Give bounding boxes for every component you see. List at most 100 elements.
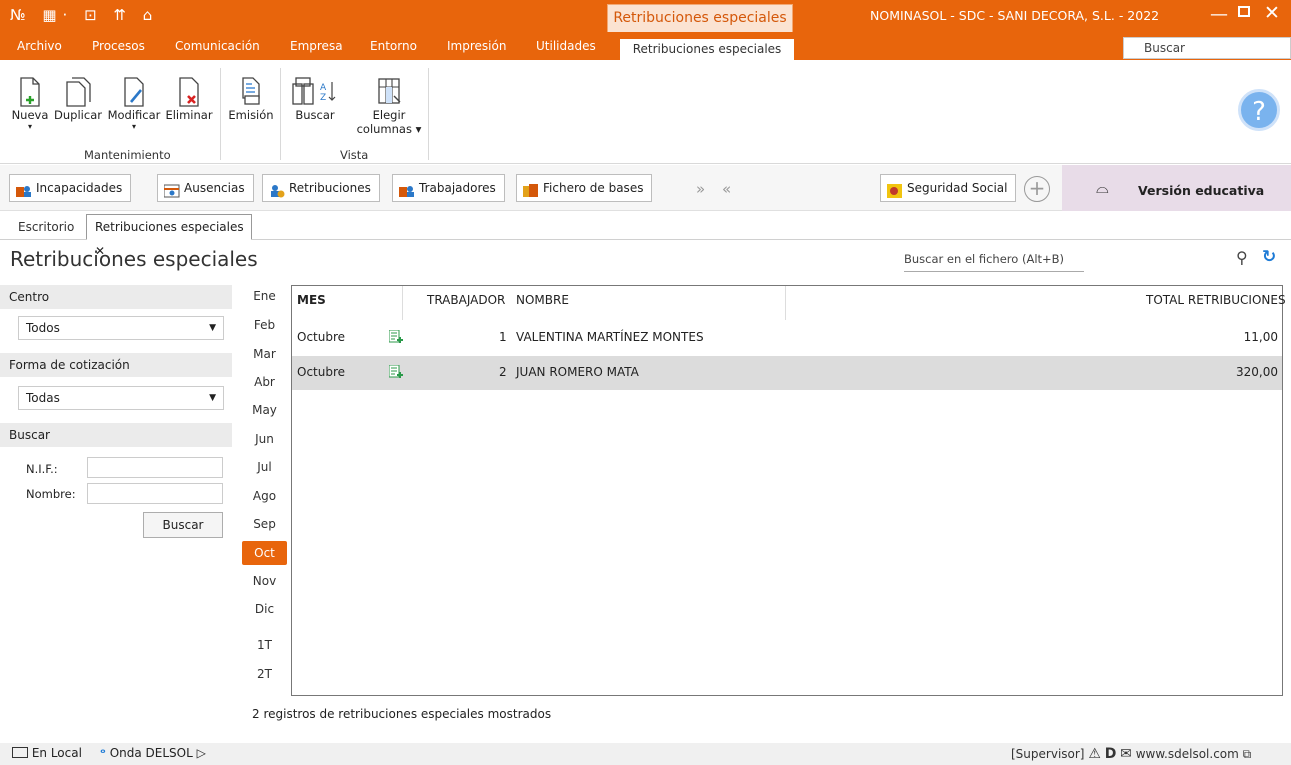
shortcut-trabajadores-label: Trabajadores xyxy=(419,181,496,195)
month-oct[interactable]: Oct xyxy=(242,541,287,565)
eliminar-button[interactable]: Eliminar xyxy=(164,76,214,122)
quick-access-toolbar[interactable]: № ▦· ⊡ ⇈ ⌂ xyxy=(10,6,158,24)
centro-select[interactable]: Todos ▼ xyxy=(18,316,224,340)
help-icon[interactable]: ? xyxy=(1238,89,1280,131)
add-shortcut-icon[interactable]: + xyxy=(1024,176,1050,202)
edit-document-icon xyxy=(124,77,144,107)
menu-archivo[interactable]: Archivo xyxy=(17,39,62,53)
search-file-input[interactable]: Buscar en el fichero (Alt+B) xyxy=(904,248,1084,272)
duplicate-icon xyxy=(66,77,91,107)
cell-trabajador: 1 xyxy=(499,330,507,344)
menu-empresa[interactable]: Empresa xyxy=(290,39,343,53)
cell-trabajador: 2 xyxy=(499,365,507,379)
elegir-label: Elegir xyxy=(372,108,406,122)
supervisor-label: [Supervisor] xyxy=(1011,747,1085,761)
tab-retribuciones-especiales[interactable]: Retribuciones especiales ✕ xyxy=(86,214,252,258)
forma-cotizacion-value: Todas xyxy=(26,391,60,405)
document-add-icon[interactable] xyxy=(388,364,403,379)
divider xyxy=(220,68,221,160)
delsol-icon[interactable]: D xyxy=(1105,746,1117,762)
search-icon[interactable]: ⚲ xyxy=(1236,248,1248,267)
scroll-arrows[interactable]: » « xyxy=(696,180,737,198)
warning-icon[interactable]: ⚠ xyxy=(1088,746,1101,762)
month-dic[interactable]: Dic xyxy=(242,597,287,621)
shortcut-fichero-bases[interactable]: Fichero de bases xyxy=(516,174,653,202)
shortcut-trabajadores[interactable]: Trabajadores xyxy=(392,174,505,202)
shortcut-incapacidades-label: Incapacidades xyxy=(36,181,123,195)
quarter-2t[interactable]: 2T xyxy=(242,662,287,686)
minimize-icon[interactable]: — xyxy=(1210,4,1228,25)
menu-procesos[interactable]: Procesos xyxy=(92,39,145,53)
shortcut-incapacidades[interactable]: Incapacidades xyxy=(9,174,132,202)
column-header-mes[interactable]: MES xyxy=(297,293,326,307)
maximize-icon[interactable] xyxy=(1238,6,1250,17)
forma-cotizacion-select[interactable]: Todas ▼ xyxy=(18,386,224,410)
tab-escritorio[interactable]: Escritorio xyxy=(18,220,74,234)
buscar-button[interactable]: Buscar xyxy=(143,512,223,538)
column-divider xyxy=(785,286,786,320)
column-header-total[interactable]: TOTAL RETRIBUCIONES xyxy=(1146,293,1286,307)
month-nov[interactable]: Nov xyxy=(242,569,287,593)
edu-label: Versión educativa xyxy=(1138,183,1265,198)
en-local[interactable]: En Local xyxy=(12,746,82,760)
menu-impresion[interactable]: Impresión xyxy=(447,39,506,53)
website-link[interactable]: www.sdelsol.com xyxy=(1136,747,1239,761)
nueva-button[interactable]: Nueva ▾ xyxy=(10,76,50,131)
month-abr[interactable]: Abr xyxy=(242,370,287,394)
column-header-trabajador[interactable]: TRABAJADOR xyxy=(427,293,505,307)
month-ene[interactable]: Ene xyxy=(242,284,287,308)
shortcut-ausencias[interactable]: Ausencias xyxy=(157,174,254,202)
menu-retribuciones-especiales[interactable]: Retribuciones especiales xyxy=(620,39,794,60)
chevron-down-icon: ▾ xyxy=(131,122,136,131)
shortcut-fichero-bases-label: Fichero de bases xyxy=(543,181,644,195)
month-sep[interactable]: Sep xyxy=(242,512,287,536)
cell-nombre: JUAN ROMERO MATA xyxy=(516,365,639,379)
month-feb[interactable]: Feb xyxy=(242,313,287,337)
status-right: [Supervisor] ⚠ D ✉ www.sdelsol.com ⧉ xyxy=(1011,746,1251,762)
column-header-nombre[interactable]: NOMBRE xyxy=(516,293,569,307)
divider xyxy=(280,68,281,160)
columnas-label: columnas ▾ xyxy=(356,122,422,136)
quarter-1t[interactable]: 1T xyxy=(242,633,287,657)
table-row[interactable]: Octubre 1 VALENTINA MARTÍNEZ MONTES 11,0… xyxy=(292,321,1282,355)
shortcut-retribuciones[interactable]: Retribuciones xyxy=(262,174,380,202)
monitor-icon xyxy=(12,747,28,758)
buscar-ribbon-label: Buscar xyxy=(295,108,335,122)
binoculars-icon: AZ xyxy=(292,77,336,105)
menu-entorno[interactable]: Entorno xyxy=(370,39,417,53)
buscar-header: Buscar xyxy=(0,423,232,447)
nif-field[interactable] xyxy=(87,457,223,478)
month-jun[interactable]: Jun xyxy=(242,427,287,451)
nombre-label: Nombre: xyxy=(26,487,76,501)
play-icon[interactable]: ▷ xyxy=(197,746,206,760)
month-jul[interactable]: Jul xyxy=(242,455,287,479)
onda-delsol[interactable]: ᵒ Onda DELSOL ▷ xyxy=(100,746,206,760)
elegir-columnas-button[interactable]: Elegir columnas ▾ xyxy=(356,76,422,136)
table-row-selected[interactable]: Octubre 2 JUAN ROMERO MATA 320,00 xyxy=(292,356,1282,390)
eliminar-label: Eliminar xyxy=(165,108,213,122)
emision-button[interactable]: Emisión xyxy=(226,76,276,122)
menu-comunicacion[interactable]: Comunicación xyxy=(175,39,260,53)
month-mar[interactable]: Mar xyxy=(242,342,287,366)
forma-cotizacion-header: Forma de cotización xyxy=(0,353,232,377)
chevron-down-icon: ▼ xyxy=(209,393,216,403)
graduation-cap-icon: ⌓ xyxy=(1096,178,1109,197)
document-add-icon[interactable] xyxy=(388,329,403,344)
refresh-icon[interactable]: ↻ xyxy=(1262,247,1276,267)
centro-value: Todos xyxy=(26,321,60,335)
close-icon[interactable]: ✕ xyxy=(1264,2,1280,24)
modificar-button[interactable]: Modificar ▾ xyxy=(106,76,162,131)
mail-icon[interactable]: ✉ xyxy=(1120,746,1132,762)
shortcut-seguridad-social[interactable]: Seguridad Social xyxy=(880,174,1017,202)
group-label-vista: Vista xyxy=(340,148,369,162)
search-input[interactable]: Buscar xyxy=(1123,37,1291,59)
buscar-ribbon-button[interactable]: AZ Buscar xyxy=(284,76,346,122)
duplicar-button[interactable]: Duplicar xyxy=(53,76,103,122)
en-local-label: En Local xyxy=(31,746,82,760)
menu-utilidades[interactable]: Utilidades xyxy=(536,39,596,53)
group-label-mantenimiento: Mantenimiento xyxy=(84,148,171,162)
nombre-field[interactable] xyxy=(87,483,223,504)
window-icon[interactable]: ⧉ xyxy=(1243,747,1252,761)
month-may[interactable]: May xyxy=(242,398,287,422)
month-ago[interactable]: Ago xyxy=(242,484,287,508)
